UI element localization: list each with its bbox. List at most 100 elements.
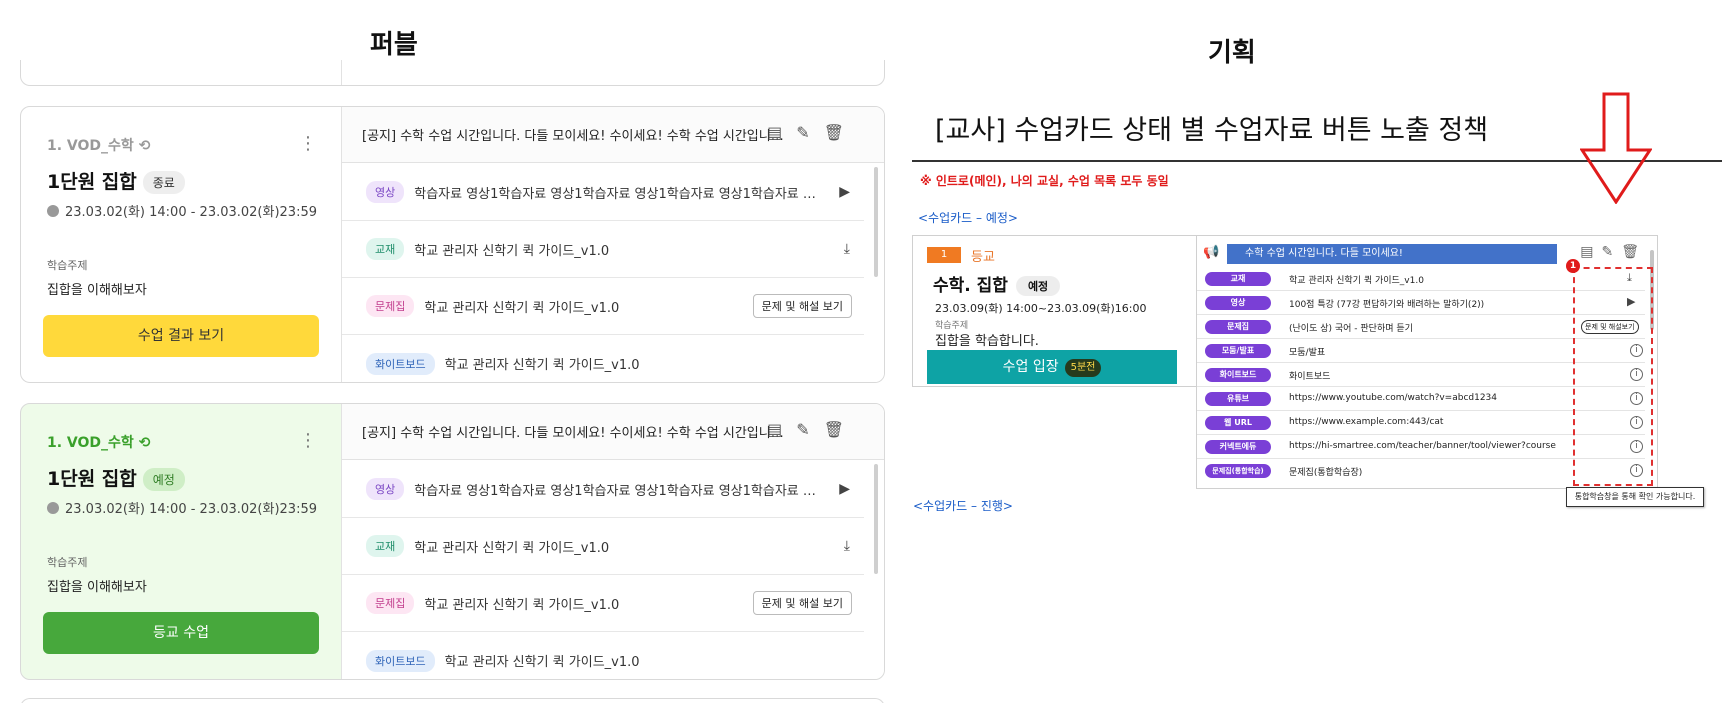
mini-text: https://www.example.com:443/cat bbox=[1289, 417, 1444, 427]
enter-class-label: 수업 입장 bbox=[1002, 359, 1059, 375]
section-scheduled-label: <수업카드 – 예정> bbox=[918, 211, 1018, 225]
repeat-icon: ⟲ bbox=[138, 435, 151, 451]
copy-icon[interactable]: ▤ bbox=[767, 123, 796, 142]
plan-title: [교사] 수업카드 상태 별 수업자료 버튼 노출 정책 bbox=[935, 115, 1489, 146]
delete-icon[interactable]: 🗑 bbox=[824, 123, 858, 142]
mini-card-title: 수학. 집합 예정 bbox=[933, 271, 1061, 296]
more-menu-icon[interactable]: ⋮ bbox=[299, 133, 317, 154]
edit-icon[interactable]: ✎ bbox=[1601, 244, 1621, 260]
scrollbar[interactable] bbox=[874, 464, 878, 574]
delete-icon[interactable]: 🗑 bbox=[824, 420, 858, 439]
mini-lesson-card: 1 등교 수학. 집합 예정 23.03.09(화) 14:00~23.03.09… bbox=[912, 235, 1197, 387]
subject-value: 집합을 이해해보자 bbox=[47, 283, 147, 298]
previous-card-edge bbox=[20, 60, 885, 86]
mini-tag: 커넥트에듀 bbox=[1205, 440, 1271, 454]
mini-tag: 영상 bbox=[1205, 296, 1271, 310]
mini-text: https://www.youtube.com/watch?v=abcd1234 bbox=[1289, 393, 1498, 403]
more-menu-icon[interactable]: ⋮ bbox=[299, 430, 317, 451]
mini-notice[interactable]: 수학 수업 시간입니다. 다들 모이세요! bbox=[1227, 244, 1557, 264]
edit-icon[interactable]: ✎ bbox=[796, 420, 823, 439]
material-row[interactable]: 교재 학교 관리자 신학기 퀵 가이드_v1.0 ⤓ bbox=[342, 518, 864, 575]
mini-tag: 모둠/발표 bbox=[1205, 344, 1271, 358]
mini-text: 학교 관리자 신학기 퀵 가이드_v1.0 bbox=[1289, 276, 1424, 286]
card-title: 1단원 집합 예정 bbox=[47, 464, 185, 491]
material-tag: 영상 bbox=[366, 478, 405, 500]
material-row[interactable]: 문제집 학교 관리자 신학기 퀵 가이드_v1.0 문제 및 해설 보기 bbox=[342, 575, 864, 632]
mini-text: 문제집(통합학습장) bbox=[1289, 468, 1363, 478]
card-info: 1. VOD_수학 ⟲ ⋮ 1단원 집합 예정 23.03.02(화) 14:00… bbox=[21, 404, 341, 679]
status-badge: 종료 bbox=[142, 171, 185, 194]
material-tag: 화이트보드 bbox=[366, 649, 435, 672]
play-icon[interactable]: ▶ bbox=[839, 481, 850, 497]
notice-row[interactable]: [공지] 수학 수업 시간입니다. 다들 모이세요! 수이세요! 수학 수업 시… bbox=[342, 404, 884, 460]
clock-icon bbox=[47, 502, 59, 514]
date-row: 23.03.02(화) 14:00 - 23.03.02(화)23:59 bbox=[47, 201, 317, 220]
notice-row[interactable]: [공지] 수학 수업 시간입니다. 다들 모이세요! 수이세요! 수학 수업 시… bbox=[342, 107, 884, 163]
mini-text: 화이트보드 bbox=[1289, 372, 1331, 382]
delete-icon[interactable]: 🗑 bbox=[1621, 244, 1647, 260]
mini-tag: 화이트보드 bbox=[1205, 368, 1271, 382]
view-solutions-button[interactable]: 문제 및 해설 보기 bbox=[752, 591, 852, 615]
view-results-button[interactable]: 수업 결과 보기 bbox=[43, 315, 319, 357]
copy-icon[interactable]: ▤ bbox=[767, 420, 796, 439]
mini-notice-actions: ▤✎🗑 bbox=[1580, 244, 1647, 260]
notice-actions: ▤✎🗑 bbox=[767, 123, 858, 142]
material-text: 학습자료 영상1학습자료 영상1학습자료 영상1학습자료 영상1학습자료 영상1 bbox=[414, 186, 836, 202]
lesson-card-scheduled: 1. VOD_수학 ⟲ ⋮ 1단원 집합 예정 23.03.02(화) 14:00… bbox=[20, 403, 885, 680]
mini-tag: 문제집 bbox=[1205, 320, 1271, 334]
download-icon[interactable]: ⤓ bbox=[844, 538, 850, 554]
material-tag: 교재 bbox=[366, 535, 405, 557]
card-title-text: 1단원 집합 bbox=[47, 171, 137, 193]
time-badge: 5분전 bbox=[1064, 359, 1102, 377]
scrollbar[interactable] bbox=[874, 167, 878, 277]
material-row[interactable]: 영상 학습자료 영상1학습자료 영상1학습자료 영상1학습자료 영상1학습자료 … bbox=[342, 461, 864, 518]
material-row[interactable]: 교재 학교 관리자 신학기 퀵 가이드_v1.0 ⤓ bbox=[342, 221, 864, 278]
material-row[interactable]: 영상 학습자료 영상1학습자료 영상1학습자료 영상1학습자료 영상1학습자료 … bbox=[342, 164, 864, 221]
date-text: 23.03.02(화) 14:00 - 23.03.02(화)23:59 bbox=[65, 205, 318, 220]
lesson-number: 1 bbox=[927, 247, 961, 263]
mini-tag: 웹 URL bbox=[1205, 416, 1271, 430]
edit-icon[interactable]: ✎ bbox=[796, 123, 823, 142]
notice-text: [공지] 수학 수업 시간입니다. 다들 모이세요! 수이세요! 수학 수업 시… bbox=[362, 426, 784, 441]
material-text: 학교 관리자 신학기 퀵 가이드_v1.0 bbox=[414, 540, 610, 556]
attend-class-button[interactable]: 등교 수업 bbox=[43, 612, 319, 654]
copy-icon[interactable]: ▤ bbox=[1580, 244, 1601, 260]
next-card-edge bbox=[20, 698, 885, 703]
material-text: 학습자료 영상1학습자료 영상1학습자료 영상1학습자료 영상1학습자료 영상1 bbox=[414, 483, 836, 499]
mini-text: (난이도 상) 국어 - 판단하며 듣기 bbox=[1289, 324, 1413, 334]
play-icon[interactable]: ▶ bbox=[839, 184, 850, 200]
material-tag: 영상 bbox=[366, 181, 405, 203]
plan-note: ※ 인트로(메인), 나의 교실, 수업 목록 모두 동일 bbox=[920, 174, 1169, 188]
material-row[interactable]: 화이트보드 학교 관리자 신학기 퀵 가이드_v1.0 bbox=[342, 335, 864, 382]
material-tag: 교재 bbox=[366, 238, 405, 260]
lesson-state: 등교 bbox=[971, 250, 995, 265]
mini-tag: 문제집(통합학습) bbox=[1205, 464, 1271, 478]
download-icon[interactable]: ⤓ bbox=[844, 241, 850, 257]
red-down-arrow-icon bbox=[1580, 92, 1652, 204]
lesson-code-text: 1. VOD_수학 bbox=[47, 435, 134, 451]
highlight-dashed-box bbox=[1573, 267, 1653, 486]
subject-value: 집합을 이해해보자 bbox=[47, 580, 147, 595]
date-row: 23.03.02(화) 14:00 - 23.03.02(화)23:59 bbox=[47, 498, 317, 517]
material-row[interactable]: 화이트보드 학교 관리자 신학기 퀵 가이드_v1.0 bbox=[342, 632, 864, 679]
status-badge: 예정 bbox=[142, 468, 185, 491]
divider bbox=[341, 60, 342, 85]
mini-text: 모둠/발표 bbox=[1289, 348, 1326, 358]
card-info: 1. VOD_수학 ⟲ ⋮ 1단원 집합 종료 23.03.02(화) 14:00… bbox=[21, 107, 341, 382]
status-badge: 예정 bbox=[1015, 276, 1061, 296]
view-solutions-button[interactable]: 문제 및 해설 보기 bbox=[752, 294, 852, 318]
material-text: 학교 관리자 신학기 퀵 가이드_v1.0 bbox=[444, 358, 640, 373]
enter-class-button[interactable]: 수업 입장 5분전 bbox=[927, 350, 1177, 384]
lesson-code-text: 1. VOD_수학 bbox=[47, 138, 134, 154]
lesson-card-ended: 1. VOD_수학 ⟲ ⋮ 1단원 집합 종료 23.03.02(화) 14:00… bbox=[20, 106, 885, 383]
material-row[interactable]: 문제집 학교 관리자 신학기 퀵 가이드_v1.0 문제 및 해설 보기 bbox=[342, 278, 864, 335]
annotation-marker: 1 bbox=[1566, 259, 1580, 273]
mini-tag: 교재 bbox=[1205, 272, 1271, 286]
repeat-icon: ⟲ bbox=[138, 138, 151, 154]
material-tag: 문제집 bbox=[366, 592, 415, 614]
mini-text: 100점 특강 (77강 편답하기와 배려하는 말하기(2)) bbox=[1289, 300, 1485, 310]
mini-text: https://hi-smartree.com/teacher/banner/t… bbox=[1289, 441, 1556, 451]
notice-actions: ▤✎🗑 bbox=[767, 420, 858, 439]
date-text: 23.03.02(화) 14:00 - 23.03.02(화)23:59 bbox=[65, 502, 318, 517]
clock-icon bbox=[47, 205, 59, 217]
